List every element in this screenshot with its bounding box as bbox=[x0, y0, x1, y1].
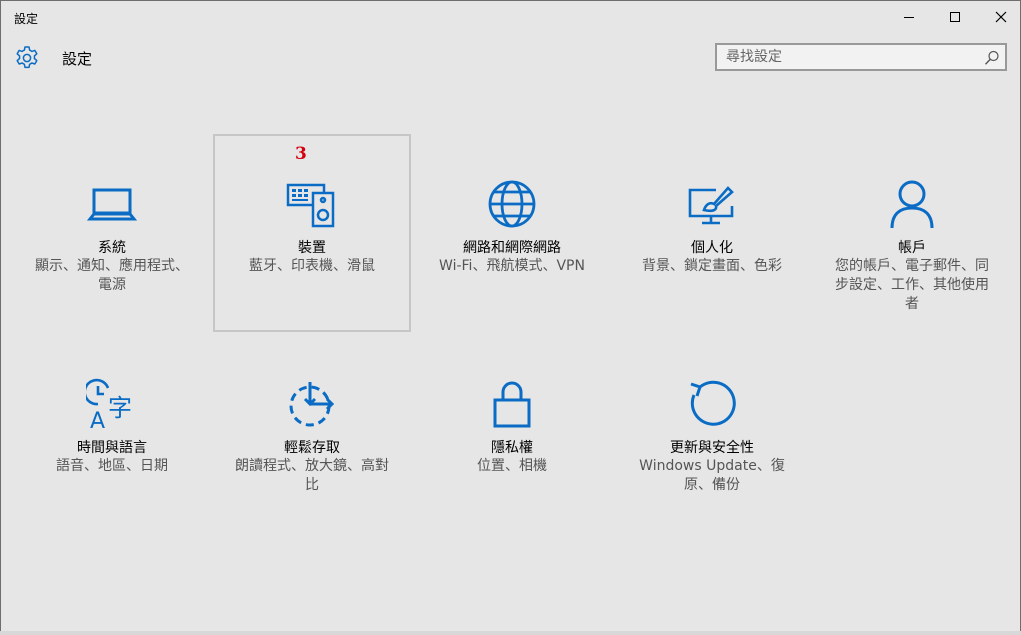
tile-description: 朗讀程式、放大鏡、高對比 bbox=[235, 458, 389, 493]
lock-icon bbox=[493, 381, 531, 428]
tile-network[interactable]: 網路和網際網路 Wi-Fi、飛航模式、VPN bbox=[413, 134, 611, 332]
tile-label: 系統 bbox=[98, 240, 126, 256]
tile-system[interactable]: 系統 顯示、通知、應用程式、電源 bbox=[13, 134, 211, 332]
devices-icon bbox=[286, 183, 335, 228]
title-bar[interactable]: 設定 bbox=[1, 1, 1020, 33]
tile-label: 個人化 bbox=[691, 240, 733, 256]
taskbar-edge bbox=[0, 631, 1021, 635]
ease-of-access-icon bbox=[289, 382, 335, 427]
search-icon[interactable] bbox=[983, 49, 1001, 67]
tile-update-security[interactable]: 更新與安全性 Windows Update、復原、備份 bbox=[613, 336, 811, 534]
tile-label: 輕鬆存取 bbox=[284, 440, 340, 456]
gear-icon bbox=[16, 46, 38, 69]
settings-window: 設定 設定 尋找設定 系統 顯示、通知、應用程式、電源 裝置 藍牙、印表機、滑鼠… bbox=[0, 0, 1021, 635]
page-title: 設定 bbox=[62, 50, 93, 68]
window-title: 設定 bbox=[14, 12, 39, 26]
laptop-icon bbox=[86, 188, 138, 221]
maximize-button[interactable] bbox=[932, 1, 978, 33]
tile-label: 帳戶 bbox=[898, 240, 926, 256]
update-refresh-icon bbox=[690, 380, 736, 426]
tile-label: 時間與語言 bbox=[77, 440, 147, 456]
tile-personalization[interactable]: 個人化 背景、鎖定畫面、色彩 bbox=[613, 134, 811, 332]
close-icon bbox=[995, 11, 1007, 23]
tile-label: 網路和網際網路 bbox=[463, 240, 561, 256]
tile-description: 顯示、通知、應用程式、電源 bbox=[35, 258, 189, 293]
step-number-annotation: 3 bbox=[295, 144, 307, 164]
tile-description: 位置、相機 bbox=[477, 458, 547, 474]
tile-label: 更新與安全性 bbox=[670, 440, 754, 456]
tile-description: 語音、地區、日期 bbox=[56, 458, 168, 474]
svg-text:字: 字 bbox=[108, 394, 132, 422]
tile-label: 隱私權 bbox=[491, 440, 533, 456]
tile-privacy[interactable]: 隱私權 位置、相機 bbox=[413, 336, 611, 534]
tile-description: 您的帳戶、電子郵件、同步設定、工作、其他使用者 bbox=[835, 258, 989, 312]
tile-devices[interactable]: 裝置 藍牙、印表機、滑鼠 bbox=[213, 134, 411, 332]
search-box[interactable] bbox=[715, 43, 1007, 71]
close-button[interactable] bbox=[978, 1, 1021, 33]
paintbrush-monitor-icon bbox=[688, 186, 734, 225]
globe-icon bbox=[488, 180, 536, 228]
minimize-icon bbox=[904, 17, 914, 18]
person-icon bbox=[890, 180, 934, 229]
tile-label: 裝置 bbox=[298, 240, 326, 256]
tile-description: 背景、鎖定畫面、色彩 bbox=[642, 258, 782, 274]
tile-description: Wi-Fi、飛航模式、VPN bbox=[439, 258, 585, 274]
maximize-icon bbox=[950, 12, 960, 22]
tile-accounts[interactable]: 帳戶 您的帳戶、電子郵件、同步設定、工作、其他使用者 bbox=[813, 134, 1011, 332]
tile-ease-of-access[interactable]: 輕鬆存取 朗讀程式、放大鏡、高對比 bbox=[213, 336, 411, 534]
search-input[interactable] bbox=[717, 45, 984, 69]
tile-time-language[interactable]: A 字 時間與語言 語音、地區、日期 bbox=[13, 336, 211, 534]
svg-text:A: A bbox=[90, 409, 105, 430]
time-language-icon: A 字 bbox=[86, 378, 132, 430]
tile-description: Windows Update、復原、備份 bbox=[639, 458, 785, 493]
tile-description: 藍牙、印表機、滑鼠 bbox=[249, 258, 375, 274]
minimize-button[interactable] bbox=[886, 1, 932, 33]
